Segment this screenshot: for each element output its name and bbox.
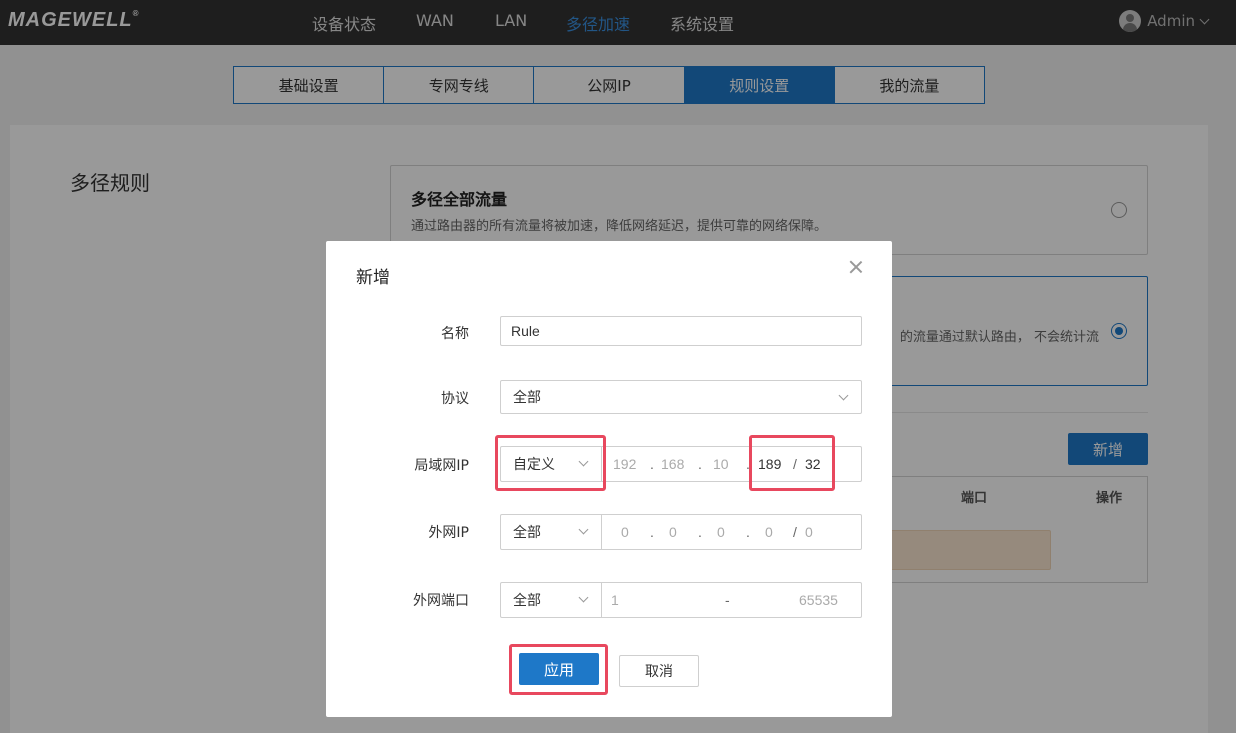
- dialog-title: 新增: [356, 268, 390, 288]
- highlight-box: [495, 435, 606, 491]
- protocol-select[interactable]: 全部: [500, 380, 862, 414]
- wan-port-from[interactable]: 1: [611, 592, 619, 608]
- wan-ip-octet-2[interactable]: 0: [669, 524, 677, 540]
- lan-ip-octet-3[interactable]: 10: [713, 456, 729, 472]
- protocol-value: 全部: [513, 390, 541, 406]
- cancel-button[interactable]: 取消: [619, 655, 699, 687]
- wan-ip-octet-1[interactable]: 0: [621, 524, 629, 540]
- apply-button[interactable]: 应用: [519, 653, 599, 685]
- ip-slash: /: [793, 524, 797, 540]
- ip-dot: .: [698, 524, 702, 540]
- port-range-separator: -: [725, 592, 730, 608]
- name-label: 名称: [441, 326, 469, 342]
- chevron-down-icon: [578, 524, 589, 535]
- chevron-down-icon: [578, 592, 589, 603]
- wan-ip-mask[interactable]: 0: [805, 524, 813, 540]
- lan-ip-octet-1[interactable]: 192: [613, 456, 636, 472]
- wan-port-label: 外网端口: [413, 593, 469, 609]
- highlight-box: [749, 435, 835, 491]
- wan-port-mode-select[interactable]: 全部: [501, 583, 602, 617]
- close-icon[interactable]: [848, 259, 864, 275]
- protocol-label: 协议: [441, 391, 469, 407]
- lan-ip-label: 局域网IP: [414, 458, 469, 474]
- wan-port-row: 全部 1 - 65535: [500, 582, 862, 618]
- wan-ip-row: 全部 0 . 0 . 0 . 0 / 0: [500, 514, 862, 550]
- wan-ip-label: 外网IP: [428, 525, 469, 541]
- name-input[interactable]: Rule: [500, 316, 862, 346]
- wan-ip-octet-4[interactable]: 0: [765, 524, 773, 540]
- wan-ip-mode-value: 全部: [513, 525, 541, 541]
- ip-dot: .: [650, 524, 654, 540]
- wan-port-to[interactable]: 65535: [799, 592, 838, 608]
- wan-ip-octet-3[interactable]: 0: [717, 524, 725, 540]
- ip-dot: .: [650, 456, 654, 472]
- add-rule-dialog: 新增 名称 Rule 协议 全部 局域网IP 自定义 192 . 168 . 1…: [326, 241, 892, 717]
- ip-dot: .: [698, 456, 702, 472]
- ip-dot: .: [746, 524, 750, 540]
- wan-port-mode-value: 全部: [513, 593, 541, 609]
- chevron-down-icon: [838, 390, 849, 401]
- lan-ip-octet-2[interactable]: 168: [661, 456, 684, 472]
- wan-ip-mode-select[interactable]: 全部: [501, 515, 602, 549]
